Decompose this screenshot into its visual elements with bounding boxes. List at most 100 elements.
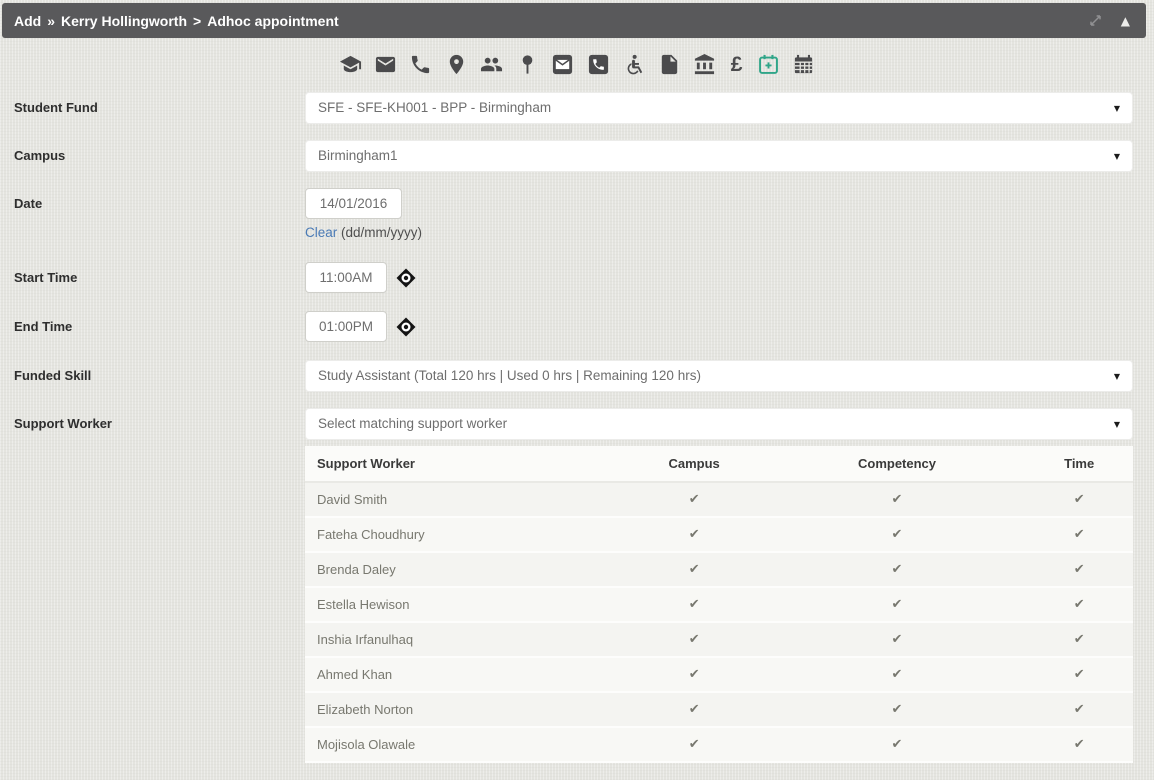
check-icon: ✔ bbox=[620, 517, 769, 552]
clear-date-link[interactable]: Clear bbox=[305, 225, 337, 240]
table-row[interactable]: Ahmed Khan ✔ ✔ ✔ bbox=[305, 657, 1133, 692]
campus-label: Campus bbox=[14, 140, 305, 172]
phone-square-icon[interactable] bbox=[587, 53, 610, 76]
worker-name: Estella Hewison bbox=[305, 587, 620, 622]
check-icon: ✔ bbox=[1025, 517, 1133, 552]
table-row[interactable]: David Smith ✔ ✔ ✔ bbox=[305, 482, 1133, 517]
expand-icon[interactable] bbox=[1088, 13, 1103, 28]
users-group-icon[interactable] bbox=[480, 53, 503, 76]
col-support-worker: Support Worker bbox=[305, 446, 620, 482]
collapse-caret-icon[interactable]: ▲ bbox=[1121, 15, 1130, 27]
campus-row: Campus Birmingham1 ▼ bbox=[14, 140, 1133, 172]
start-time-input[interactable] bbox=[305, 262, 387, 293]
check-icon: ✔ bbox=[620, 552, 769, 587]
envelope-square-icon[interactable] bbox=[551, 53, 574, 76]
student-fund-select[interactable]: SFE - SFE-KH001 - BPP - Birmingham ▼ bbox=[305, 92, 1133, 124]
graduation-cap-icon[interactable] bbox=[339, 53, 362, 76]
start-time-label: Start Time bbox=[14, 262, 305, 293]
time-picker-target-icon[interactable] bbox=[396, 317, 416, 337]
table-row[interactable]: Inshia Irfanulhaq ✔ ✔ ✔ bbox=[305, 622, 1133, 657]
check-icon: ✔ bbox=[769, 622, 1026, 657]
check-icon: ✔ bbox=[620, 587, 769, 622]
check-icon: ✔ bbox=[769, 692, 1026, 727]
map-marker-icon[interactable] bbox=[445, 53, 468, 76]
check-icon: ✔ bbox=[769, 482, 1026, 517]
bank-icon[interactable] bbox=[693, 53, 716, 76]
round-pin-icon[interactable] bbox=[516, 53, 539, 76]
calendar-icon[interactable] bbox=[792, 53, 815, 76]
table-row[interactable]: Mojisola Olawale ✔ ✔ ✔ bbox=[305, 727, 1133, 762]
check-icon: ✔ bbox=[1025, 727, 1133, 762]
student-fund-label: Student Fund bbox=[14, 92, 305, 124]
check-icon: ✔ bbox=[1025, 622, 1133, 657]
panel-titlebar: Add » Kerry Hollingworth > Adhoc appoint… bbox=[2, 3, 1146, 38]
date-label: Date bbox=[14, 188, 305, 240]
date-input[interactable] bbox=[305, 188, 402, 219]
phone-icon[interactable] bbox=[409, 53, 432, 76]
table-header-row: Support Worker Campus Competency Time bbox=[305, 446, 1133, 482]
check-icon: ✔ bbox=[1025, 587, 1133, 622]
support-worker-value: Select matching support worker bbox=[318, 416, 507, 431]
end-time-label: End Time bbox=[14, 311, 305, 342]
table-row[interactable]: Brenda Daley ✔ ✔ ✔ bbox=[305, 552, 1133, 587]
check-icon: ✔ bbox=[620, 657, 769, 692]
check-icon: ✔ bbox=[620, 692, 769, 727]
col-time: Time bbox=[1025, 446, 1133, 482]
funded-skill-label: Funded Skill bbox=[14, 360, 305, 392]
breadcrumb-separator: > bbox=[187, 13, 207, 29]
check-icon: ✔ bbox=[1025, 657, 1133, 692]
chevron-down-icon: ▼ bbox=[1114, 93, 1120, 124]
breadcrumb-separator: » bbox=[41, 13, 61, 29]
campus-select[interactable]: Birmingham1 ▼ bbox=[305, 140, 1133, 172]
chevron-down-icon: ▼ bbox=[1114, 141, 1120, 172]
funded-skill-value: Study Assistant (Total 120 hrs | Used 0 … bbox=[318, 368, 701, 383]
worker-name: Elizabeth Norton bbox=[305, 692, 620, 727]
funded-skill-row: Funded Skill Study Assistant (Total 120 … bbox=[14, 360, 1133, 392]
wheelchair-icon[interactable] bbox=[622, 53, 645, 76]
student-toolbar: £ bbox=[0, 38, 1154, 92]
worker-name: Inshia Irfanulhaq bbox=[305, 622, 620, 657]
breadcrumb-add: Add bbox=[14, 13, 41, 29]
breadcrumb-page-title: Adhoc appointment bbox=[207, 13, 338, 29]
table-row[interactable]: Estella Hewison ✔ ✔ ✔ bbox=[305, 587, 1133, 622]
check-icon: ✔ bbox=[769, 517, 1026, 552]
col-competency: Competency bbox=[769, 446, 1026, 482]
time-picker-target-icon[interactable] bbox=[396, 268, 416, 288]
student-fund-row: Student Fund SFE - SFE-KH001 - BPP - Bir… bbox=[14, 92, 1133, 124]
envelope-icon[interactable] bbox=[374, 53, 397, 76]
pound-icon[interactable]: £ bbox=[729, 53, 745, 76]
worker-name: Ahmed Khan bbox=[305, 657, 620, 692]
check-icon: ✔ bbox=[620, 622, 769, 657]
chevron-down-icon: ▼ bbox=[1114, 409, 1120, 440]
worker-name: Fateha Choudhury bbox=[305, 517, 620, 552]
document-icon[interactable] bbox=[658, 53, 681, 76]
support-worker-row: Support Worker Select matching support w… bbox=[14, 408, 1133, 440]
support-worker-label: Support Worker bbox=[14, 408, 305, 440]
date-hint: Clear (dd/mm/yyyy) bbox=[305, 225, 1133, 240]
support-worker-table-wrap: Support Worker Campus Competency Time Da… bbox=[305, 446, 1133, 763]
student-fund-value: SFE - SFE-KH001 - BPP - Birmingham bbox=[318, 100, 551, 115]
check-icon: ✔ bbox=[769, 552, 1026, 587]
check-icon: ✔ bbox=[769, 727, 1026, 762]
breadcrumb-student-name: Kerry Hollingworth bbox=[61, 13, 187, 29]
date-row: Date Clear (dd/mm/yyyy) bbox=[14, 188, 1133, 240]
date-format-hint: (dd/mm/yyyy) bbox=[341, 225, 422, 240]
check-icon: ✔ bbox=[620, 727, 769, 762]
calendar-plus-icon[interactable] bbox=[757, 53, 780, 76]
support-worker-select[interactable]: Select matching support worker ▼ bbox=[305, 408, 1133, 440]
table-row[interactable]: Elizabeth Norton ✔ ✔ ✔ bbox=[305, 692, 1133, 727]
check-icon: ✔ bbox=[620, 482, 769, 517]
titlebar-controls: ▲ bbox=[1088, 3, 1130, 38]
adhoc-appointment-form: Student Fund SFE - SFE-KH001 - BPP - Bir… bbox=[0, 92, 1154, 763]
check-icon: ✔ bbox=[769, 587, 1026, 622]
funded-skill-select[interactable]: Study Assistant (Total 120 hrs | Used 0 … bbox=[305, 360, 1133, 392]
check-icon: ✔ bbox=[1025, 482, 1133, 517]
end-time-row: End Time bbox=[14, 311, 1133, 342]
table-row[interactable]: Fateha Choudhury ✔ ✔ ✔ bbox=[305, 517, 1133, 552]
check-icon: ✔ bbox=[769, 657, 1026, 692]
col-campus: Campus bbox=[620, 446, 769, 482]
worker-name: David Smith bbox=[305, 482, 620, 517]
check-icon: ✔ bbox=[1025, 552, 1133, 587]
end-time-input[interactable] bbox=[305, 311, 387, 342]
campus-value: Birmingham1 bbox=[318, 148, 398, 163]
